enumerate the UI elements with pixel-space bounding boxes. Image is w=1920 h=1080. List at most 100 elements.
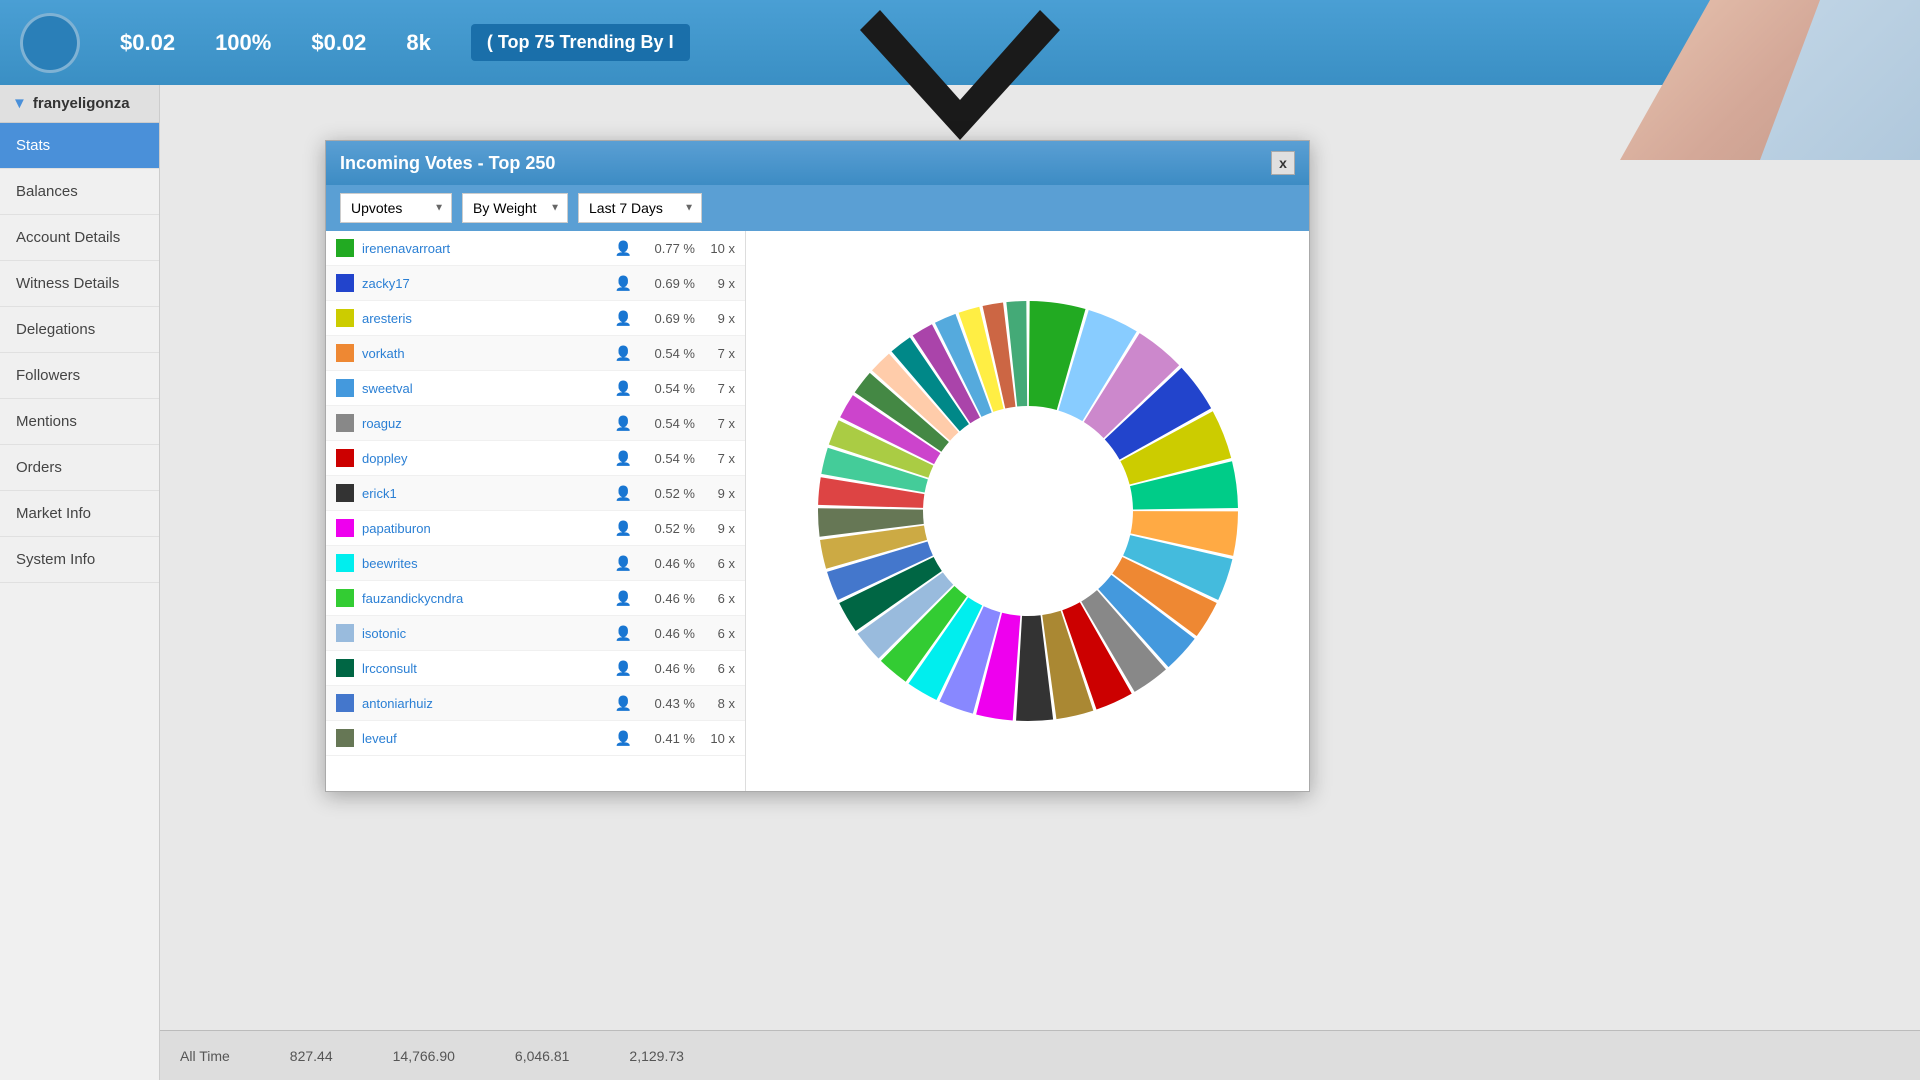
- vote-count: 6 x: [695, 626, 735, 641]
- vote-pct: 0.54 %: [640, 451, 695, 466]
- vote-pct: 0.54 %: [640, 416, 695, 431]
- color-swatch: [336, 554, 354, 572]
- vote-pct: 0.52 %: [640, 521, 695, 536]
- list-item: aresteris 👤 0.69 % 9 x: [326, 301, 745, 336]
- chart-panel: [746, 231, 1309, 791]
- sidebar-item-stats[interactable]: Stats: [0, 123, 159, 169]
- voter-name[interactable]: sweetval: [362, 381, 607, 396]
- user-icon: 👤: [615, 310, 632, 327]
- pct-stat: 100%: [215, 30, 271, 56]
- vote-pct: 0.46 %: [640, 661, 695, 676]
- color-swatch: [336, 484, 354, 502]
- vote-pct: 0.52 %: [640, 486, 695, 501]
- user-icon: 👤: [615, 380, 632, 397]
- vote-pct: 0.54 %: [640, 346, 695, 361]
- sidebar-label-mentions: Mentions: [16, 413, 77, 430]
- voter-name[interactable]: leveuf: [362, 731, 607, 746]
- sidebar-label-balances: Balances: [16, 183, 78, 200]
- price-stat: $0.02: [120, 30, 175, 56]
- user-icon: 👤: [615, 625, 632, 642]
- user-icon: 👤: [615, 590, 632, 607]
- voter-name[interactable]: beewrites: [362, 556, 607, 571]
- vote-pct: 0.46 %: [640, 591, 695, 606]
- user-icon: 👤: [615, 275, 632, 292]
- sidebar-item-orders[interactable]: Orders: [0, 445, 159, 491]
- vote-count: 6 x: [695, 591, 735, 606]
- voter-name[interactable]: zacky17: [362, 276, 607, 291]
- voter-name[interactable]: roaguz: [362, 416, 607, 431]
- color-swatch: [336, 624, 354, 642]
- sidebar-item-followers[interactable]: Followers: [0, 353, 159, 399]
- color-swatch: [336, 239, 354, 257]
- color-swatch: [336, 519, 354, 537]
- sidebar-item-delegations[interactable]: Delegations: [0, 307, 159, 353]
- arrow-icon: ▼: [12, 95, 27, 112]
- color-swatch: [336, 274, 354, 292]
- color-swatch: [336, 659, 354, 677]
- user-icon: 👤: [615, 415, 632, 432]
- stat3: 8k: [406, 30, 430, 56]
- color-swatch: [336, 589, 354, 607]
- user-icon: 👤: [615, 240, 632, 257]
- voter-name[interactable]: lrcconsult: [362, 661, 607, 676]
- filter1-select[interactable]: Upvotes Downvotes: [340, 193, 452, 223]
- vote-count: 6 x: [695, 556, 735, 571]
- modal-title: Incoming Votes - Top 250: [340, 153, 555, 174]
- color-swatch: [336, 694, 354, 712]
- voter-name[interactable]: doppley: [362, 451, 607, 466]
- user-icon: 👤: [615, 345, 632, 362]
- list-item: papatiburon 👤 0.52 % 9 x: [326, 511, 745, 546]
- vote-count: 7 x: [695, 451, 735, 466]
- list-item: sweetval 👤 0.54 % 7 x: [326, 371, 745, 406]
- donut-chart: [798, 281, 1258, 741]
- vote-count: 9 x: [695, 276, 735, 291]
- vote-count: 9 x: [695, 311, 735, 326]
- color-swatch: [336, 449, 354, 467]
- voter-name[interactable]: irenenavarroart: [362, 241, 607, 256]
- sidebar-label-system-info: System Info: [16, 551, 95, 568]
- modal-close-button[interactable]: x: [1271, 151, 1295, 175]
- sidebar-item-account-details[interactable]: Account Details: [0, 215, 159, 261]
- sidebar-item-balances[interactable]: Balances: [0, 169, 159, 215]
- voter-name[interactable]: vorkath: [362, 346, 607, 361]
- vote-pct: 0.46 %: [640, 556, 695, 571]
- user-icon: 👤: [615, 730, 632, 747]
- voter-name[interactable]: aresteris: [362, 311, 607, 326]
- voter-name[interactable]: erick1: [362, 486, 607, 501]
- sidebar-item-witness-details[interactable]: Witness Details: [0, 261, 159, 307]
- list-item: beewrites 👤 0.46 % 6 x: [326, 546, 745, 581]
- filter2-select[interactable]: By Weight By Count: [462, 193, 568, 223]
- color-swatch: [336, 379, 354, 397]
- vote-pct: 0.69 %: [640, 276, 695, 291]
- list-item: zacky17 👤 0.69 % 9 x: [326, 266, 745, 301]
- voter-name[interactable]: fauzandickycndra: [362, 591, 607, 606]
- avatar-circle: [20, 13, 80, 73]
- vote-count: 10 x: [695, 241, 735, 256]
- voter-name[interactable]: antoniarhuiz: [362, 696, 607, 711]
- vote-pct: 0.46 %: [640, 626, 695, 641]
- username-label: franyeligonza: [33, 95, 130, 112]
- list-item: lrcconsult 👤 0.46 % 6 x: [326, 651, 745, 686]
- list-item: roaguz 👤 0.54 % 7 x: [326, 406, 745, 441]
- sidebar-item-system-info[interactable]: System Info: [0, 537, 159, 583]
- sidebar-label-witness-details: Witness Details: [16, 275, 119, 292]
- color-swatch: [336, 729, 354, 747]
- filter3-wrapper: Last 7 Days Last 30 Days All Time: [578, 193, 702, 223]
- modal-overlay: Incoming Votes - Top 250 x Upvotes Downv…: [160, 85, 1920, 1080]
- trending-label: ( Top 75 Trending By I: [471, 24, 690, 61]
- modal-body: irenenavarroart 👤 0.77 % 10 x zacky17 👤 …: [326, 231, 1309, 791]
- sidebar: ▼ franyeligonza Stats Balances Account D…: [0, 85, 160, 1080]
- color-swatch: [336, 344, 354, 362]
- filter3-select[interactable]: Last 7 Days Last 30 Days All Time: [578, 193, 702, 223]
- sidebar-username[interactable]: ▼ franyeligonza: [0, 85, 159, 123]
- list-item: vorkath 👤 0.54 % 7 x: [326, 336, 745, 371]
- list-item: erick1 👤 0.52 % 9 x: [326, 476, 745, 511]
- price2-stat: $0.02: [311, 30, 366, 56]
- modal-dialog: Incoming Votes - Top 250 x Upvotes Downv…: [325, 140, 1310, 792]
- sidebar-item-mentions[interactable]: Mentions: [0, 399, 159, 445]
- voter-name[interactable]: papatiburon: [362, 521, 607, 536]
- color-swatch: [336, 414, 354, 432]
- sidebar-item-market-info[interactable]: Market Info: [0, 491, 159, 537]
- list-item: isotonic 👤 0.46 % 6 x: [326, 616, 745, 651]
- voter-name[interactable]: isotonic: [362, 626, 607, 641]
